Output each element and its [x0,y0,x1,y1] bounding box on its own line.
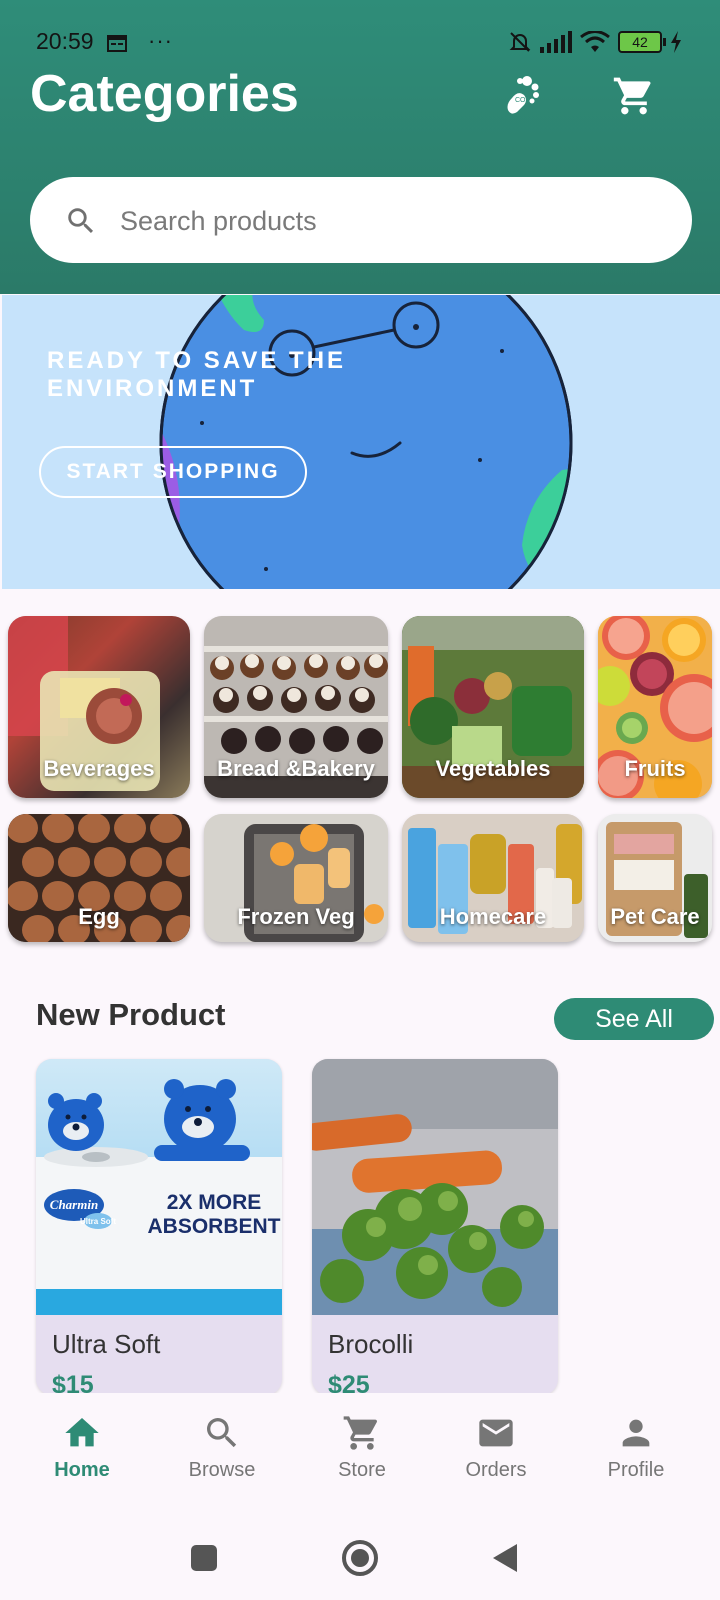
category-pet-care[interactable]: Pet Care [598,814,712,942]
category-vegetables[interactable]: Vegetables [402,616,584,798]
co2-footprint-icon[interactable]: CO2 [502,74,540,116]
cart-icon [343,1416,378,1450]
system-navigation-bar [0,1517,720,1600]
back-button[interactable] [491,1542,519,1574]
promo-banner[interactable]: READY TO SAVE THE ENVIRONMENT START SHOP… [2,295,720,589]
cart-icon[interactable] [612,74,656,118]
charging-icon [671,31,681,53]
recent-apps-button[interactable] [190,1544,218,1572]
category-fruits[interactable]: Fruits [598,616,712,798]
product-card[interactable]: Brocolli $25 [312,1059,558,1395]
svg-text:ABSORBENT: ABSORBENT [147,1215,280,1238]
nav-label: Profile [607,1459,665,1481]
broccoli-product-image [312,1059,558,1315]
nav-orders[interactable]: Orders [436,1413,556,1482]
product-name: Brocolli [328,1329,414,1359]
nav-label: Home [54,1459,110,1481]
search-bar[interactable] [30,177,692,265]
home-button[interactable] [341,1539,379,1577]
product-name: Ultra Soft [52,1329,161,1359]
earth-illustration [159,295,573,589]
search-input[interactable] [118,177,662,265]
nav-store[interactable]: Store [302,1413,422,1482]
nav-label: Orders [465,1459,527,1481]
nav-label: Store [338,1459,386,1481]
category-egg[interactable]: Egg [8,814,190,942]
person-icon [622,1419,650,1447]
category-label: Homecare [439,904,547,929]
start-shopping-button[interactable]: START SHOPPING [39,446,307,498]
wifi-icon [580,31,610,52]
product-card[interactable]: Charmin Ultra Soft 2X MORE ABSORBENT Ult… [36,1059,282,1395]
banner-headline: READY TO SAVE THE ENVIRONMENT [47,347,347,402]
home-icon [65,1418,99,1447]
search-icon [68,208,94,234]
nav-browse[interactable]: Browse [162,1413,282,1482]
mute-icon [509,32,531,52]
category-label: Beverages [43,756,155,781]
svg-text:2X MORE: 2X MORE [167,1191,262,1214]
category-bread-bakery[interactable]: Bread &Bakery [204,616,388,798]
category-label: Pet Care [610,904,700,929]
svg-text:CO2: CO2 [515,97,530,104]
category-label: Fruits [624,756,686,781]
nav-label: Browse [188,1459,256,1481]
system-icons: 42 [508,30,682,54]
category-label: Vegetables [435,756,551,781]
category-homecare[interactable]: Homecare [402,814,584,942]
battery-indicator: 42 [618,31,666,53]
category-label: Bread &Bakery [217,756,375,781]
product-price: $15 [52,1371,94,1395]
calendar-icon [107,35,127,52]
category-frozen-veg[interactable]: Frozen Veg [204,814,388,942]
product-price: $25 [328,1371,370,1395]
status-bar: 20:59 ··· 42 [0,28,720,58]
category-beverages[interactable]: Beverages [8,616,190,798]
search-icon [207,1418,237,1448]
svg-text:Charmin: Charmin [50,1197,98,1212]
mail-icon [479,1419,513,1447]
page-title: Categories [30,65,299,123]
category-label: Frozen Veg [237,904,355,929]
svg-text:Ultra Soft: Ultra Soft [80,1217,116,1226]
bear-mascot-left [48,1093,104,1151]
bear-mascot-right [154,1079,250,1161]
nav-home[interactable]: Home [22,1413,142,1482]
ultra-soft-product-image: Charmin Ultra Soft 2X MORE ABSORBENT [36,1059,282,1315]
section-title: New Product [36,997,226,1032]
more-notifications-icon: ··· [148,28,173,53]
see-all-button[interactable]: See All [554,998,714,1040]
status-time: 20:59 [36,28,94,54]
nav-profile[interactable]: Profile [576,1413,696,1482]
app-header: 20:59 ··· 42 Categories CO2 [0,0,720,294]
bottom-navigation: Home Browse Store Orders Profile [0,1393,720,1517]
signal-icon [540,31,572,53]
category-label: Egg [78,904,120,929]
